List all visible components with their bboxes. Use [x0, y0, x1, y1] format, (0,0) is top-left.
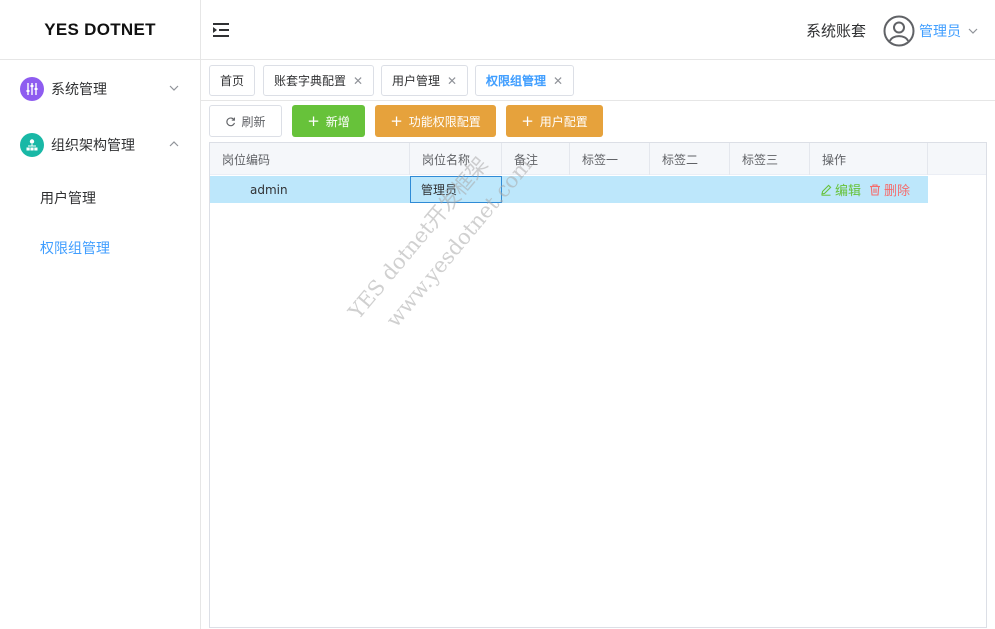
trash-icon [870, 183, 881, 196]
data-grid: 岗位编码 岗位名称 备注 标签一 标签二 标签三 操作 admin 管理员 编辑… [209, 142, 987, 628]
tab-account-dict[interactable]: 账套字典配置 ✕ [263, 65, 375, 96]
column-header-actions: 操作 [810, 143, 928, 175]
column-header-tag3[interactable]: 标签三 [730, 143, 810, 175]
delete-label: 删除 [884, 184, 911, 199]
plus-icon: + [390, 112, 403, 130]
sidebar-item-user-management[interactable]: 用户管理 [0, 173, 200, 223]
menu-group-label: 组织架构管理 [51, 138, 135, 154]
tab-label: 用户管理 [392, 74, 441, 88]
add-button[interactable]: + 新增 [292, 105, 365, 137]
tab-user-management[interactable]: 用户管理 ✕ [381, 65, 469, 96]
refresh-label: 刷新 [241, 114, 266, 129]
cell-tag1[interactable] [570, 176, 650, 203]
header: 系统账套 管理员 [201, 0, 995, 60]
column-header-name[interactable]: 岗位名称 [410, 143, 502, 175]
column-header-remark[interactable]: 备注 [502, 143, 570, 175]
tab-label: 账套字典配置 [274, 74, 347, 88]
menu-group-system[interactable]: 系统管理 [0, 61, 200, 117]
chevron-down-icon [169, 85, 179, 91]
tabs-bar: 首页 账套字典配置 ✕ 用户管理 ✕ 权限组管理 ✕ [201, 60, 995, 101]
org-tree-icon [20, 133, 44, 157]
menu-group-label: 系统管理 [51, 82, 107, 98]
cell-remark[interactable] [502, 176, 570, 203]
user-name: 管理员 [919, 24, 961, 40]
edit-icon [821, 184, 832, 196]
cell-code[interactable]: admin [250, 176, 410, 203]
tab-label: 首页 [220, 74, 245, 88]
sliders-icon [20, 77, 44, 101]
sidebar-item-permission-group[interactable]: 权限组管理 [0, 223, 200, 273]
add-label: 新增 [325, 114, 350, 129]
tab-label: 权限组管理 [486, 74, 547, 88]
app-logo: YES DOTNET [0, 0, 200, 60]
function-permission-button[interactable]: + 功能权限配置 [375, 105, 496, 137]
user-config-button[interactable]: + 用户配置 [506, 105, 603, 137]
cell-tag3[interactable] [730, 176, 810, 203]
table-row[interactable]: admin 管理员 编辑 删除 [210, 176, 928, 203]
refresh-button[interactable]: 刷新 [209, 105, 282, 137]
edit-label: 编辑 [835, 184, 862, 199]
column-header-tag2[interactable]: 标签二 [650, 143, 730, 175]
cell-name[interactable]: 管理员 [410, 176, 502, 203]
function-permission-label: 功能权限配置 [408, 114, 481, 129]
close-icon[interactable]: ✕ [553, 74, 563, 88]
tab-home[interactable]: 首页 [209, 65, 255, 96]
delete-button[interactable]: 删除 [869, 180, 910, 199]
user-menu[interactable]: 管理员 [883, 14, 979, 48]
refresh-icon [226, 116, 236, 126]
menu-fold-icon[interactable] [211, 20, 231, 40]
plus-icon: + [307, 112, 320, 130]
chevron-up-icon [169, 141, 179, 147]
plus-icon: + [521, 112, 534, 130]
menu-group-org[interactable]: 组织架构管理 [0, 117, 200, 173]
user-config-label: 用户配置 [539, 114, 588, 129]
grid-header: 岗位编码 岗位名称 备注 标签一 标签二 标签三 操作 [210, 143, 986, 175]
account-selector[interactable]: 系统账套 [806, 20, 866, 41]
app-root: YES DOTNET 系统管理 组织架构管理 用户管理 权限组管理 系统账套 管… [0, 0, 995, 629]
cell-actions: 编辑 删除 [820, 176, 928, 203]
chevron-down-icon [968, 28, 978, 34]
avatar-icon [883, 15, 915, 47]
tab-permission-group[interactable]: 权限组管理 ✕ [475, 65, 575, 96]
cell-tag2[interactable] [650, 176, 730, 203]
edit-button[interactable]: 编辑 [820, 180, 861, 199]
column-header-tag1[interactable]: 标签一 [570, 143, 650, 175]
close-icon[interactable]: ✕ [353, 74, 363, 88]
sidebar: YES DOTNET 系统管理 组织架构管理 用户管理 权限组管理 [0, 0, 201, 629]
column-header-code[interactable]: 岗位编码 [210, 143, 410, 175]
close-icon[interactable]: ✕ [447, 74, 457, 88]
